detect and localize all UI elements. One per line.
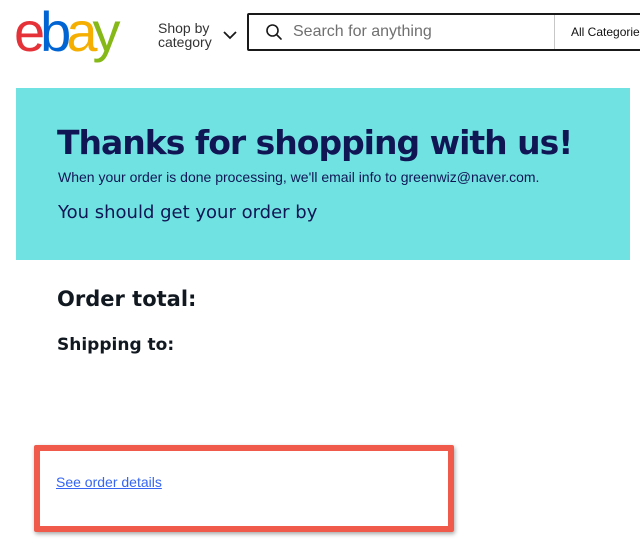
order-confirmation-page: e b a y Shop by category All Categories … (0, 0, 640, 551)
shop-by-category-label: Shop by category (158, 20, 212, 50)
search-icon (266, 24, 282, 40)
logo-letter-b: b (40, 0, 71, 63)
ebay-logo[interactable]: e b a y (14, 0, 120, 63)
logo-letter-a: a (66, 0, 97, 63)
header: e b a y Shop by category All Categories (0, 0, 640, 70)
thank-you-banner: Thanks for shopping with us! When your o… (16, 88, 630, 260)
shop-by-category-button[interactable]: Shop by category (158, 19, 244, 51)
logo-letter-e: e (14, 0, 45, 63)
search-bar: All Categories (247, 13, 640, 51)
category-select[interactable]: All Categories (554, 15, 640, 49)
shipping-to-label: Shipping to: (57, 335, 175, 355)
chevron-down-icon (223, 31, 237, 40)
email-notice: When your order is done processing, we'l… (58, 169, 540, 185)
search-input[interactable] (291, 22, 545, 42)
see-order-details-link[interactable]: See order details (56, 474, 162, 490)
banner-title: Thanks for shopping with us! (57, 123, 573, 162)
delivery-estimate: You should get your order by (58, 202, 318, 223)
order-total-label: Order total: (57, 287, 197, 311)
logo-letter-y: y (92, 0, 120, 63)
category-select-label: All Categories (571, 25, 640, 39)
